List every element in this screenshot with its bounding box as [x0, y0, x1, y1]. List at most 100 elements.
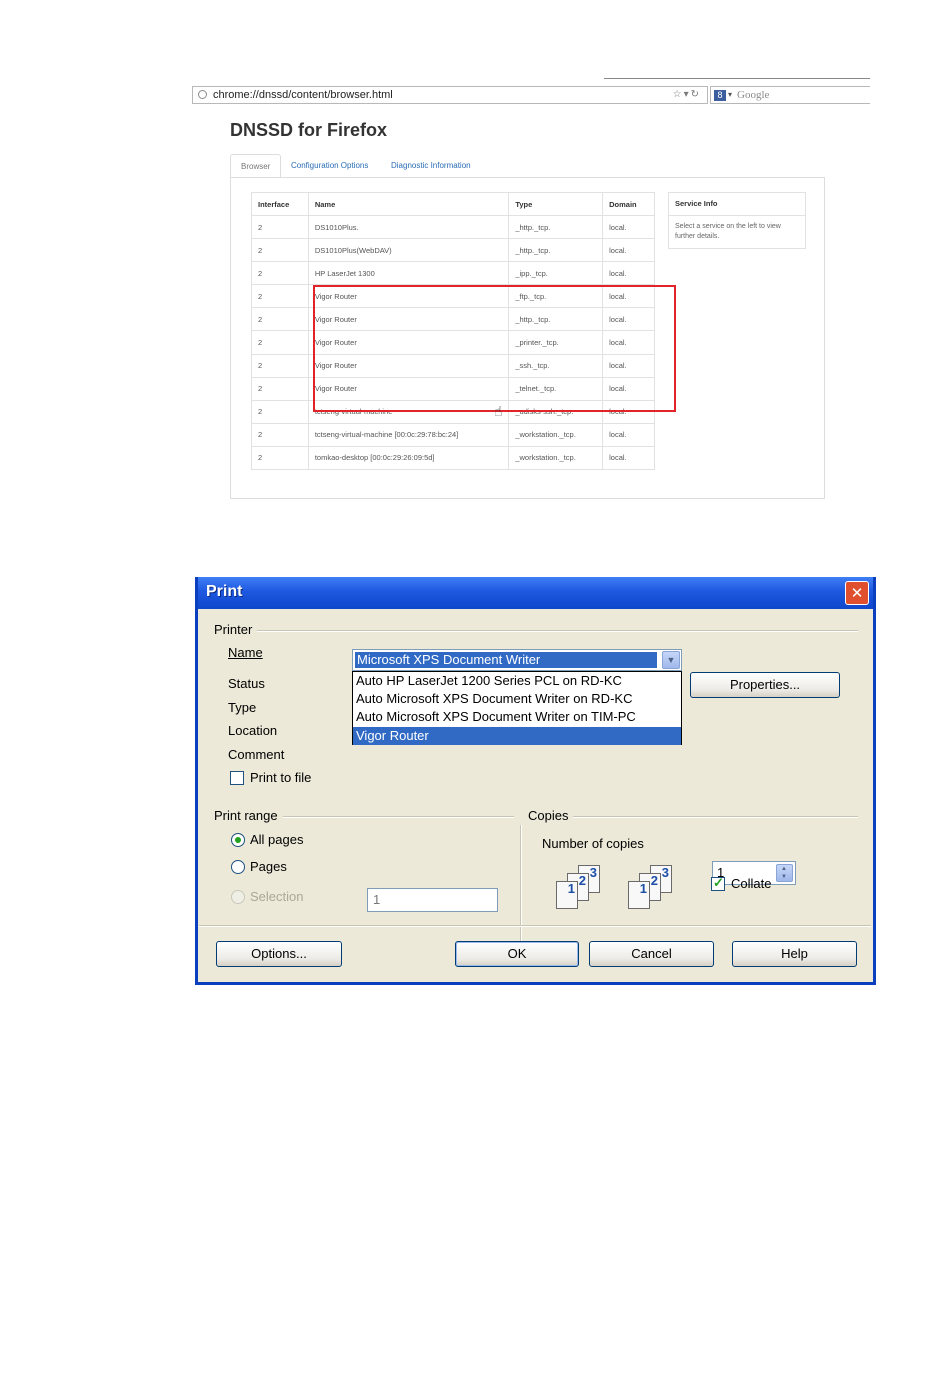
- printer-name-select[interactable]: Microsoft XPS Document Writer ▼: [352, 649, 682, 671]
- chevron-down-icon[interactable]: ▾: [728, 87, 732, 103]
- collate-label[interactable]: Collate: [731, 876, 771, 891]
- table-cell: 2: [251, 307, 309, 332]
- dialog-title: Print: [206, 583, 243, 600]
- table-cell: _http._tcp.: [508, 214, 604, 240]
- table-cell: tomkao-desktop [00:0c:29:26:09:5d]: [307, 445, 510, 471]
- help-button[interactable]: Help: [732, 941, 857, 967]
- vertical-divider: [520, 825, 522, 941]
- table-row[interactable]: 2 DS1010Plus. _http._tcp. local.: [251, 214, 655, 240]
- printer-name-value: Microsoft XPS Document Writer: [355, 652, 657, 668]
- service-info-title: Service Info: [669, 193, 805, 216]
- bookmark-star-icon[interactable]: ☆: [673, 89, 684, 100]
- toolbar-edge: [762, 78, 870, 79]
- options-button[interactable]: Options...: [216, 941, 342, 967]
- table-cell: local.: [602, 238, 655, 263]
- type-label: Type: [228, 700, 257, 715]
- status-label: Status: [228, 676, 265, 691]
- page-glyph: 1: [556, 881, 578, 909]
- all-pages-label[interactable]: All pages: [250, 832, 303, 847]
- search-engine-icon[interactable]: 8: [714, 90, 726, 101]
- reload-icon[interactable]: ↻: [691, 89, 701, 100]
- close-button[interactable]: ✕: [845, 581, 869, 605]
- globe-icon: [198, 90, 207, 99]
- section-divider: [528, 816, 858, 818]
- section-divider: [214, 630, 858, 632]
- dropdown-arrow-icon[interactable]: ▾: [684, 89, 691, 100]
- page-title: DNSSD for Firefox: [230, 120, 388, 140]
- print-to-file-checkbox[interactable]: [230, 771, 244, 785]
- chevron-down-icon[interactable]: ▼: [781, 874, 787, 880]
- table-cell: 2: [251, 284, 309, 309]
- dialog-body: Printer Name Microsoft XPS Document Writ…: [198, 609, 873, 982]
- table-cell: 2: [251, 261, 309, 286]
- table-cell: tctseng-virtual-machine [00:0c:29:78:bc:…: [307, 422, 510, 447]
- table-cell: _ipp._tcp.: [508, 261, 604, 286]
- toolbar-edge: [604, 78, 774, 79]
- pages-label[interactable]: Pages: [250, 859, 287, 874]
- close-icon: ✕: [850, 584, 864, 602]
- hand-cursor-icon: ☝: [494, 404, 503, 420]
- tab-configuration-options[interactable]: Configuration Options: [281, 154, 378, 177]
- pages-input[interactable]: 1: [367, 888, 498, 912]
- copies-section-label: Copies: [528, 808, 574, 823]
- all-pages-radio[interactable]: [231, 833, 245, 847]
- address-bar[interactable]: chrome://dnssd/content/browser.html ☆▾↻: [192, 86, 708, 104]
- dropdown-option[interactable]: Auto HP LaserJet 1200 Series PCL on RD-K…: [353, 672, 681, 690]
- dnssd-browser-screenshot: chrome://dnssd/content/browser.html ☆▾↻ …: [192, 78, 870, 506]
- table-row[interactable]: 2 HP LaserJet 1300 _ipp._tcp. local.: [251, 261, 655, 286]
- section-divider: [199, 925, 871, 927]
- radio-dot: [235, 837, 241, 843]
- ok-button[interactable]: OK: [455, 941, 579, 967]
- page-glyph: 1: [628, 881, 650, 909]
- chevron-down-icon[interactable]: ▼: [662, 651, 680, 669]
- collated-copies-icon: 3 2 1: [628, 865, 684, 911]
- column-header: Type: [508, 192, 604, 216]
- search-bar[interactable]: 8 ▾ Google: [710, 86, 870, 104]
- table-cell: 2: [251, 422, 309, 447]
- address-controls[interactable]: ☆▾↻: [673, 87, 701, 103]
- spin-buttons[interactable]: ▲ ▼: [776, 864, 793, 882]
- table-cell: DS1010Plus(WebDAV): [307, 238, 510, 263]
- service-info-text: Select a service on the left to view fur…: [675, 223, 781, 240]
- column-header: Domain: [602, 192, 655, 216]
- column-header: Interface: [251, 192, 309, 216]
- uncollated-copies-icon: 3 2 1: [556, 865, 612, 911]
- printer-name-label: Name: [228, 645, 263, 660]
- dialog-titlebar[interactable]: Print ✕: [198, 577, 873, 609]
- dropdown-option[interactable]: Auto Microsoft XPS Document Writer on TI…: [353, 708, 681, 726]
- dropdown-option-vigor-router[interactable]: Vigor Router: [353, 726, 681, 745]
- print-to-file-label[interactable]: Print to file: [250, 770, 311, 785]
- table-cell: _http._tcp.: [508, 238, 604, 263]
- checkmark-icon: ✓: [713, 875, 724, 890]
- address-url: chrome://dnssd/content/browser.html: [213, 89, 393, 101]
- service-info-panel: Service Info Select a service on the lef…: [668, 192, 806, 249]
- properties-button[interactable]: Properties...: [690, 672, 840, 698]
- table-cell: 2: [251, 214, 309, 240]
- table-cell: _workstation._tcp.: [508, 422, 604, 447]
- table-cell: 2: [251, 399, 309, 424]
- table-cell: local.: [602, 214, 655, 240]
- pages-radio[interactable]: [231, 860, 245, 874]
- tab-browser[interactable]: Browser: [230, 154, 282, 178]
- dropdown-option[interactable]: Auto Microsoft XPS Document Writer on RD…: [353, 690, 681, 708]
- table-cell: 2: [251, 353, 309, 378]
- chevron-up-icon[interactable]: ▲: [781, 866, 787, 872]
- highlight-box: [313, 285, 676, 412]
- table-row[interactable]: 2 DS1010Plus(WebDAV) _http._tcp. local.: [251, 238, 655, 263]
- number-of-copies-label: Number of copies: [542, 836, 644, 851]
- tab-bar: Browser Configuration Options Diagnostic…: [230, 154, 825, 178]
- comment-label: Comment: [228, 747, 285, 762]
- table-row[interactable]: 2 tctseng-virtual-machine [00:0c:29:78:bc…: [251, 422, 655, 447]
- table-row[interactable]: 2 tomkao-desktop [00:0c:29:26:09:5d] _work…: [251, 445, 655, 471]
- table-header-row: Interface Name Type Domain: [251, 192, 655, 216]
- collate-checkbox[interactable]: ✓: [711, 875, 725, 891]
- table-cell: 2: [251, 330, 309, 355]
- table-cell: _workstation._tcp.: [508, 445, 604, 471]
- tab-diagnostic-information[interactable]: Diagnostic Information: [381, 154, 481, 177]
- table-cell: local.: [602, 445, 655, 471]
- location-label: Location: [228, 723, 278, 738]
- printer-section-label: Printer: [214, 622, 258, 637]
- printer-dropdown-list[interactable]: Auto HP LaserJet 1200 Series PCL on RD-K…: [352, 671, 682, 745]
- cancel-button[interactable]: Cancel: [589, 941, 714, 967]
- table-cell: 2: [251, 238, 309, 263]
